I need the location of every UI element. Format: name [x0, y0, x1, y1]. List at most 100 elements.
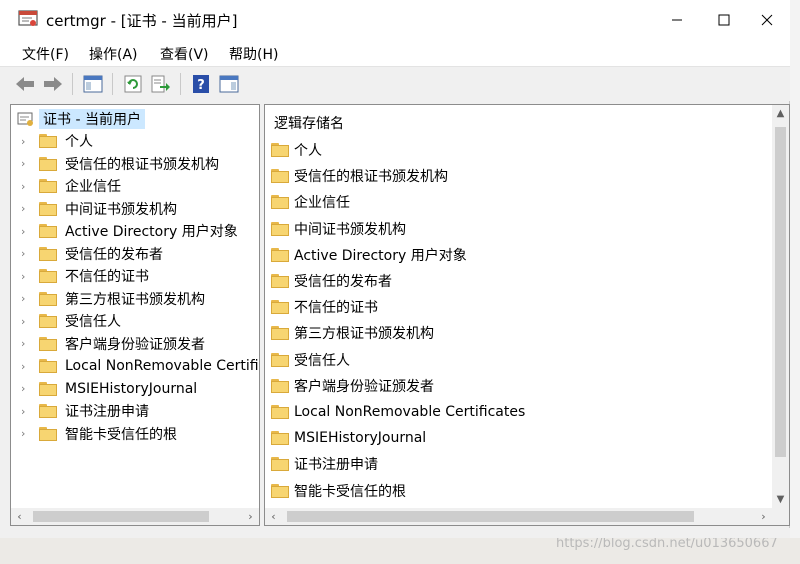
- maximize-button[interactable]: [701, 0, 747, 40]
- list-item[interactable]: 中间证书颁发机构: [271, 218, 406, 240]
- close-button[interactable]: [744, 0, 790, 40]
- tree-item-label: 企业信任: [65, 179, 121, 195]
- list-item[interactable]: Active Directory 用户对象: [271, 244, 467, 266]
- chevron-right-icon[interactable]: ›: [21, 382, 31, 395]
- tree-item[interactable]: › 不信任的证书: [11, 265, 149, 287]
- show-hide-action-pane-button[interactable]: [218, 73, 240, 95]
- list-item[interactable]: 客户端身份验证颁发者: [271, 375, 434, 397]
- tree-item[interactable]: › 第三方根证书颁发机构: [11, 288, 205, 310]
- chevron-right-icon[interactable]: ›: [21, 135, 31, 148]
- scroll-up-arrow[interactable]: ▲: [772, 105, 789, 122]
- list-item-label: 智能卡受信任的根: [294, 483, 406, 500]
- chevron-right-icon[interactable]: ›: [21, 202, 31, 215]
- list-item[interactable]: 不信任的证书: [271, 296, 378, 318]
- tree-item[interactable]: › Local NonRemovable Certifi: [11, 355, 259, 377]
- tree-root-label: 证书 - 当前用户: [39, 109, 145, 129]
- list-item[interactable]: 智能卡受信任的根: [271, 480, 406, 502]
- tree-item-label: 受信任的根证书颁发机构: [65, 156, 219, 173]
- list-item[interactable]: 企业信任: [271, 191, 350, 213]
- tree-horizontal-scrollbar[interactable]: ‹ ›: [11, 508, 259, 525]
- export-list-button[interactable]: [150, 73, 172, 95]
- tree-root-item[interactable]: 证书 - 当前用户: [17, 109, 145, 129]
- chevron-right-icon[interactable]: ›: [21, 292, 31, 305]
- console-tree-pane[interactable]: 证书 - 当前用户 › 个人 › 受信任的根证书颁发机构 › 企业信任 › 中间证书颁发机构 ›…: [10, 104, 260, 526]
- export-list-icon: [151, 75, 170, 93]
- list-item[interactable]: 受信任的发布者: [271, 270, 392, 292]
- toolbar-separator: [72, 73, 73, 95]
- toolbar: ?: [0, 66, 790, 101]
- back-arrow-icon: [16, 77, 34, 91]
- scrollbar-thumb[interactable]: [775, 127, 786, 457]
- chevron-right-icon[interactable]: ›: [21, 270, 31, 283]
- list-horizontal-scrollbar[interactable]: ‹ ›: [265, 508, 772, 525]
- chevron-right-icon[interactable]: ›: [21, 247, 31, 260]
- menu-action[interactable]: 操作(A): [89, 44, 138, 64]
- tree-item[interactable]: › 受信任的发布者: [11, 243, 163, 265]
- chevron-right-icon[interactable]: ›: [21, 315, 31, 328]
- refresh-button[interactable]: [122, 73, 144, 95]
- chevron-right-icon[interactable]: ›: [21, 427, 31, 440]
- list-item[interactable]: 第三方根证书颁发机构: [271, 322, 434, 344]
- forward-button[interactable]: [42, 73, 64, 95]
- tree-item-label: Local NonRemovable Certifi: [65, 358, 259, 374]
- tree-item[interactable]: › 个人: [11, 130, 93, 152]
- tree-item-label: 受信任的发布者: [65, 246, 163, 263]
- chevron-right-icon[interactable]: ›: [21, 337, 31, 350]
- forward-arrow-icon: [44, 77, 62, 91]
- menu-file[interactable]: 文件(F): [22, 44, 69, 64]
- list-item[interactable]: 个人: [271, 139, 322, 161]
- scrollbar-thumb[interactable]: [287, 511, 694, 522]
- chevron-right-icon[interactable]: ›: [21, 180, 31, 193]
- tree-item[interactable]: › Active Directory 用户对象: [11, 220, 238, 242]
- scroll-right-arrow[interactable]: ›: [242, 508, 259, 525]
- list-item[interactable]: MSIEHistoryJournal: [271, 427, 426, 449]
- menu-help[interactable]: 帮助(H): [229, 44, 278, 64]
- tree-item[interactable]: › 客户端身份验证颁发者: [11, 333, 205, 355]
- chevron-right-icon[interactable]: ›: [21, 405, 31, 418]
- menu-view[interactable]: 查看(V): [160, 44, 209, 64]
- scroll-left-arrow[interactable]: ‹: [11, 508, 28, 525]
- show-hide-console-tree-icon: [83, 75, 103, 93]
- list-item[interactable]: 受信任的根证书颁发机构: [271, 165, 448, 187]
- tree-item[interactable]: › 智能卡受信任的根: [11, 423, 177, 445]
- tree-item[interactable]: › 中间证书颁发机构: [11, 198, 177, 220]
- scroll-left-arrow[interactable]: ‹: [265, 508, 282, 525]
- minimize-button[interactable]: [654, 0, 700, 40]
- tree-item-label: 不信任的证书: [65, 269, 149, 285]
- show-hide-console-tree-button[interactable]: [82, 73, 104, 95]
- tree-item[interactable]: › 受信任的根证书颁发机构: [11, 153, 219, 175]
- chevron-right-icon[interactable]: ›: [21, 225, 31, 238]
- tree-item-label: 智能卡受信任的根: [65, 426, 177, 443]
- list-item-label: 第三方根证书颁发机构: [294, 326, 434, 343]
- list-item-label: 不信任的证书: [294, 300, 378, 317]
- scrollbar-thumb[interactable]: [33, 511, 209, 522]
- tree-item[interactable]: › 受信任人: [11, 310, 121, 332]
- result-list-pane[interactable]: 逻辑存储名 个人受信任的根证书颁发机构企业信任中间证书颁发机构 Active Di…: [264, 104, 790, 526]
- back-button[interactable]: [14, 73, 36, 95]
- list-item-label: 受信任的根证书颁发机构: [294, 169, 448, 186]
- tree-item[interactable]: › 企业信任: [11, 175, 121, 197]
- toolbar-separator: [180, 73, 181, 95]
- folder-icon: [271, 326, 289, 341]
- column-header-store-name[interactable]: 逻辑存储名: [274, 113, 344, 133]
- tree-item-label: 第三方根证书颁发机构: [65, 291, 205, 308]
- certificates-icon: [17, 112, 33, 126]
- tree-item[interactable]: › 证书注册申请: [11, 400, 149, 422]
- folder-icon: [271, 431, 289, 446]
- chevron-right-icon[interactable]: ›: [21, 360, 31, 373]
- scroll-right-arrow[interactable]: ›: [755, 508, 772, 525]
- scroll-down-arrow[interactable]: ▼: [772, 491, 789, 508]
- folder-icon: [271, 300, 289, 315]
- tree-item[interactable]: › MSIEHistoryJournal: [11, 378, 197, 400]
- list-item[interactable]: Local NonRemovable Certificates: [271, 401, 525, 423]
- title-bar[interactable]: certmgr - [证书 - 当前用户]: [0, 0, 790, 40]
- list-item[interactable]: 证书注册申请: [271, 453, 378, 475]
- background-desktop: [790, 0, 800, 564]
- chevron-right-icon[interactable]: ›: [21, 157, 31, 170]
- help-button[interactable]: ?: [190, 73, 212, 95]
- list-vertical-scrollbar[interactable]: ▲ ▼: [772, 105, 789, 508]
- status-bar: [0, 528, 790, 538]
- list-item[interactable]: 受信任人: [271, 349, 350, 371]
- menu-bar: 文件(F) 操作(A) 查看(V) 帮助(H): [0, 40, 790, 66]
- folder-icon: [39, 291, 57, 306]
